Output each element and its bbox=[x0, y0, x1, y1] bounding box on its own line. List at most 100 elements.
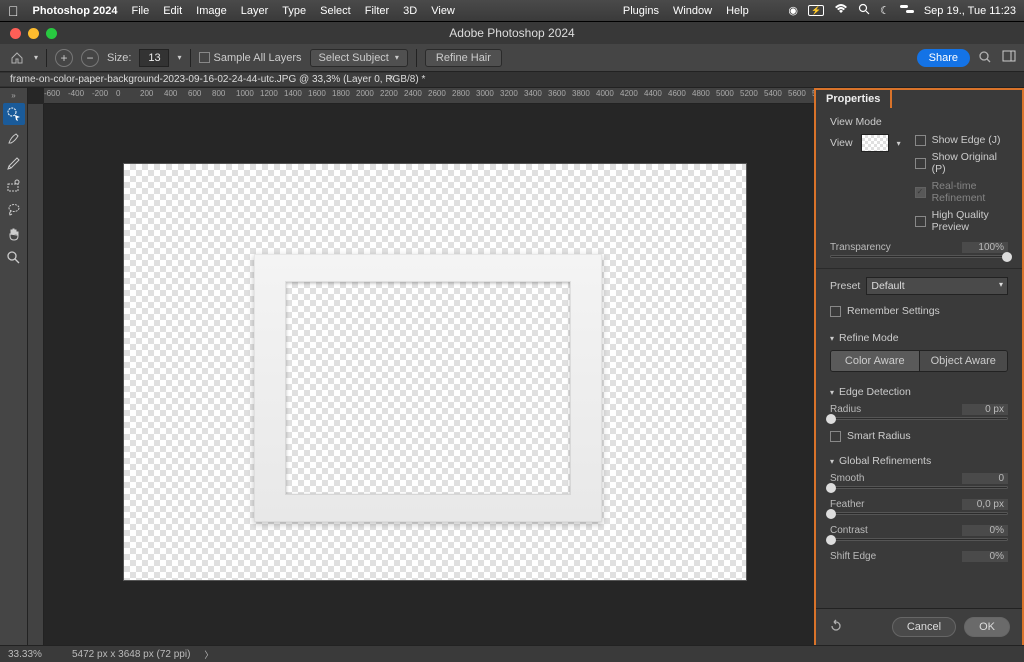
menu-file[interactable]: File bbox=[131, 5, 149, 17]
moon-icon[interactable]: ☾ bbox=[880, 4, 890, 17]
tool-quick-selection[interactable] bbox=[3, 103, 25, 125]
feather-slider[interactable] bbox=[830, 512, 1008, 515]
preset-dropdown[interactable]: Default▾ bbox=[866, 277, 1008, 295]
close-icon[interactable]: × bbox=[388, 73, 394, 84]
brush-subtract-icon[interactable]: − bbox=[81, 49, 99, 67]
reset-icon[interactable] bbox=[828, 618, 846, 636]
battery-icon[interactable]: ⚡ bbox=[808, 5, 824, 16]
ruler-mark: 1200 bbox=[260, 89, 278, 98]
realtime-refinement-checkbox[interactable]: Real-time Refinement bbox=[915, 180, 1008, 204]
record-icon[interactable]: ◉ bbox=[788, 4, 798, 17]
ruler-vertical[interactable] bbox=[28, 104, 44, 645]
sample-all-layers-checkbox[interactable]: Sample All Layers bbox=[199, 52, 302, 64]
ruler-mark: 5400 bbox=[764, 89, 782, 98]
menu-help[interactable]: Help bbox=[726, 5, 749, 17]
ok-button[interactable]: OK bbox=[964, 617, 1010, 637]
ruler-mark: 4600 bbox=[668, 89, 686, 98]
ruler-mark: 4200 bbox=[620, 89, 638, 98]
feather-value[interactable]: 0,0 px bbox=[962, 499, 1008, 510]
smooth-slider[interactable] bbox=[830, 486, 1008, 489]
menu-window[interactable]: Window bbox=[673, 5, 712, 17]
chevron-down-icon[interactable]: ▾ bbox=[177, 53, 181, 62]
ruler-mark: 2200 bbox=[380, 89, 398, 98]
brush-add-icon[interactable]: + bbox=[55, 49, 73, 67]
control-center-icon[interactable] bbox=[900, 4, 914, 17]
tool-object-selection[interactable] bbox=[3, 175, 25, 197]
chevron-right-icon[interactable]: 〉 bbox=[204, 648, 213, 661]
app-menu[interactable]: Photoshop 2024 bbox=[33, 5, 118, 17]
tool-zoom[interactable] bbox=[3, 247, 25, 269]
menu-3d[interactable]: 3D bbox=[403, 5, 417, 17]
datetime[interactable]: Sep 19., Tue 11:23 bbox=[924, 5, 1016, 17]
refine-hair-button[interactable]: Refine Hair bbox=[425, 49, 502, 67]
menu-select[interactable]: Select bbox=[320, 5, 351, 17]
radius-slider[interactable] bbox=[830, 417, 1008, 420]
ruler-mark: 3000 bbox=[476, 89, 494, 98]
remember-settings-checkbox[interactable]: Remember Settings bbox=[830, 305, 1008, 317]
share-button[interactable]: Share bbox=[917, 49, 970, 67]
tool-lasso[interactable] bbox=[3, 199, 25, 221]
edge-detection-heading[interactable]: ▾Edge Detection bbox=[830, 386, 1008, 398]
window-maximize-button[interactable] bbox=[46, 28, 57, 39]
feather-label: Feather bbox=[830, 499, 864, 510]
refine-mode-heading[interactable]: ▾Refine Mode bbox=[830, 332, 1008, 344]
contrast-value[interactable]: 0% bbox=[962, 525, 1008, 536]
shift-edge-value[interactable]: 0% bbox=[962, 551, 1008, 562]
tool-hand[interactable] bbox=[3, 223, 25, 245]
brush-size-input[interactable] bbox=[139, 49, 169, 67]
contrast-slider[interactable] bbox=[830, 538, 1008, 541]
cancel-button[interactable]: Cancel bbox=[892, 617, 956, 637]
search-spotlight-icon[interactable] bbox=[858, 3, 870, 18]
select-subject-button[interactable]: Select Subject▾ bbox=[310, 49, 408, 67]
ruler-mark: 1600 bbox=[308, 89, 326, 98]
home-button[interactable] bbox=[8, 49, 26, 67]
ruler-mark: 800 bbox=[212, 89, 225, 98]
ruler-horizontal[interactable]: -600-400-2000200400600800100012001400160… bbox=[44, 88, 814, 104]
transparency-slider[interactable] bbox=[830, 255, 1008, 258]
canvas-area[interactable] bbox=[44, 104, 814, 645]
view-label: View bbox=[830, 137, 853, 149]
window-title: Adobe Photoshop 2024 bbox=[449, 26, 574, 40]
radius-value[interactable]: 0 px bbox=[962, 404, 1008, 415]
color-aware-button[interactable]: Color Aware bbox=[831, 351, 920, 371]
apple-menu-icon[interactable]:  bbox=[8, 3, 19, 19]
menu-plugins[interactable]: Plugins bbox=[623, 5, 659, 17]
menu-type[interactable]: Type bbox=[282, 5, 306, 17]
search-icon[interactable] bbox=[978, 50, 994, 66]
properties-tab[interactable]: Properties bbox=[814, 88, 892, 108]
menu-edit[interactable]: Edit bbox=[163, 5, 182, 17]
chevron-down-icon[interactable]: ▾ bbox=[34, 53, 38, 62]
collapse-toolbar-icon[interactable]: » bbox=[10, 90, 16, 101]
document-tab[interactable]: frame-on-color-paper-background-2023-09-… bbox=[0, 73, 400, 86]
ruler-mark: 1000 bbox=[236, 89, 254, 98]
show-original-checkbox[interactable]: Show Original (P) bbox=[915, 151, 1008, 175]
object-aware-button[interactable]: Object Aware bbox=[920, 351, 1008, 371]
document-canvas[interactable] bbox=[124, 164, 746, 580]
hq-preview-checkbox[interactable]: High Quality Preview bbox=[915, 209, 1008, 233]
smart-radius-checkbox[interactable]: Smart Radius bbox=[830, 430, 1008, 442]
ruler-mark: 2800 bbox=[452, 89, 470, 98]
view-mode-swatch[interactable] bbox=[861, 134, 889, 152]
chevron-down-icon[interactable]: ▾ bbox=[897, 139, 901, 148]
wifi-icon[interactable] bbox=[834, 4, 848, 17]
window-minimize-button[interactable] bbox=[28, 28, 39, 39]
ruler-mark: 3800 bbox=[572, 89, 590, 98]
tool-brush[interactable] bbox=[3, 151, 25, 173]
workspace-switcher-icon[interactable] bbox=[1002, 49, 1016, 66]
zoom-level[interactable]: 33.33% bbox=[8, 649, 58, 660]
contrast-label: Contrast bbox=[830, 525, 868, 536]
menu-view[interactable]: View bbox=[431, 5, 455, 17]
ruler-mark: -200 bbox=[92, 89, 108, 98]
document-info[interactable]: 5472 px x 3648 px (72 ppi) bbox=[72, 649, 190, 660]
smooth-value[interactable]: 0 bbox=[962, 473, 1008, 484]
show-edge-checkbox[interactable]: Show Edge (J) bbox=[915, 134, 1008, 146]
properties-panel: Properties View Mode View ▾ Show Edge (J… bbox=[814, 88, 1024, 645]
menu-image[interactable]: Image bbox=[196, 5, 227, 17]
tool-refine-edge-brush[interactable] bbox=[3, 127, 25, 149]
menu-filter[interactable]: Filter bbox=[365, 5, 389, 17]
preset-label: Preset bbox=[830, 280, 860, 292]
transparency-value[interactable]: 100% bbox=[962, 242, 1008, 253]
global-refinements-heading[interactable]: ▾Global Refinements bbox=[830, 455, 1008, 467]
window-close-button[interactable] bbox=[10, 28, 21, 39]
menu-layer[interactable]: Layer bbox=[241, 5, 269, 17]
